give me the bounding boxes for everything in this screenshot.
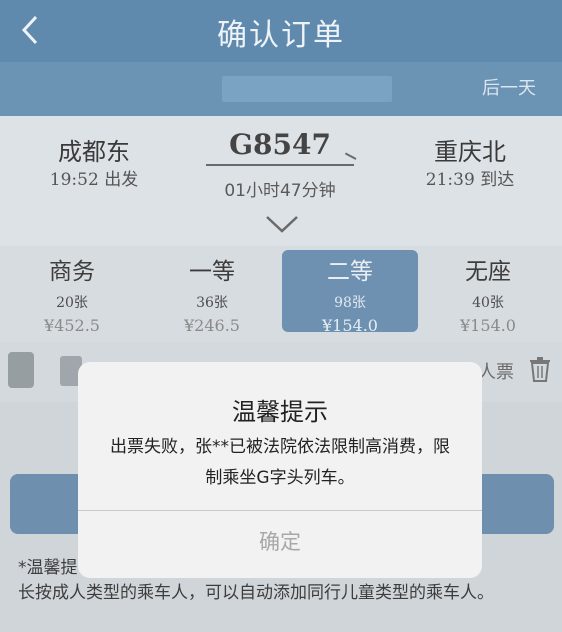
seat-name: 无座	[465, 259, 511, 285]
dialog-ok-button[interactable]: 确定	[78, 526, 482, 556]
departure-station: 成都东	[58, 138, 130, 166]
next-day-button[interactable]: 后一天	[482, 74, 536, 100]
seat-count: 98张	[334, 295, 366, 311]
route-line	[206, 164, 354, 166]
train-number: G8547	[229, 128, 331, 161]
travel-duration: 01小时47分钟	[224, 181, 336, 201]
dialog-title: 温馨提示	[232, 398, 328, 426]
page-title: 确认订单	[217, 18, 345, 53]
seat-price: ¥246.5	[184, 316, 240, 335]
passenger-avatar-redacted	[8, 352, 34, 388]
departure-time: 19:52 出发	[49, 170, 139, 190]
seat-count: 40张	[472, 295, 504, 311]
seat-price: ¥154.0	[460, 316, 516, 335]
travel-date-redacted	[222, 76, 392, 102]
arrival-time: 21:39 到达	[425, 170, 515, 190]
seat-class-option[interactable]: 无座 40张 ¥154.0	[420, 250, 556, 335]
alert-dialog: 温馨提示 出票失败，张**已被法院依法限制高消费，限制乘坐G字头列车。 确定	[78, 362, 482, 578]
seat-count: 36张	[196, 295, 228, 311]
seat-price: ¥452.5	[44, 316, 100, 335]
seat-name: 二等	[327, 259, 373, 285]
seat-class-option[interactable]: 一等 36张 ¥246.5	[144, 250, 280, 335]
seat-class-option[interactable]: 商务 20张 ¥452.5	[4, 250, 140, 335]
dialog-divider	[78, 510, 482, 511]
chevron-down-icon[interactable]	[263, 213, 301, 235]
tip-body: 长按成人类型的乘车人，可以自动添加同行儿童类型的乘车人。	[18, 583, 494, 603]
seat-name: 商务	[49, 259, 95, 285]
seat-class-option[interactable]: 二等 98张 ¥154.0	[282, 250, 418, 335]
seat-count: 20张	[56, 295, 88, 311]
seat-price: ¥154.0	[322, 316, 378, 335]
trash-icon[interactable]	[528, 356, 552, 382]
dialog-message: 出票失败，张**已被法院依法限制高消费，限制乘坐G字头列车。	[110, 437, 450, 488]
ticket-type-label: 人票	[478, 362, 514, 383]
date-bar	[0, 62, 562, 116]
seat-name: 一等	[189, 259, 235, 285]
arrival-station: 重庆北	[434, 138, 506, 166]
tip-label: *温馨提	[18, 558, 78, 578]
app-header: 确认订单	[0, 0, 562, 62]
